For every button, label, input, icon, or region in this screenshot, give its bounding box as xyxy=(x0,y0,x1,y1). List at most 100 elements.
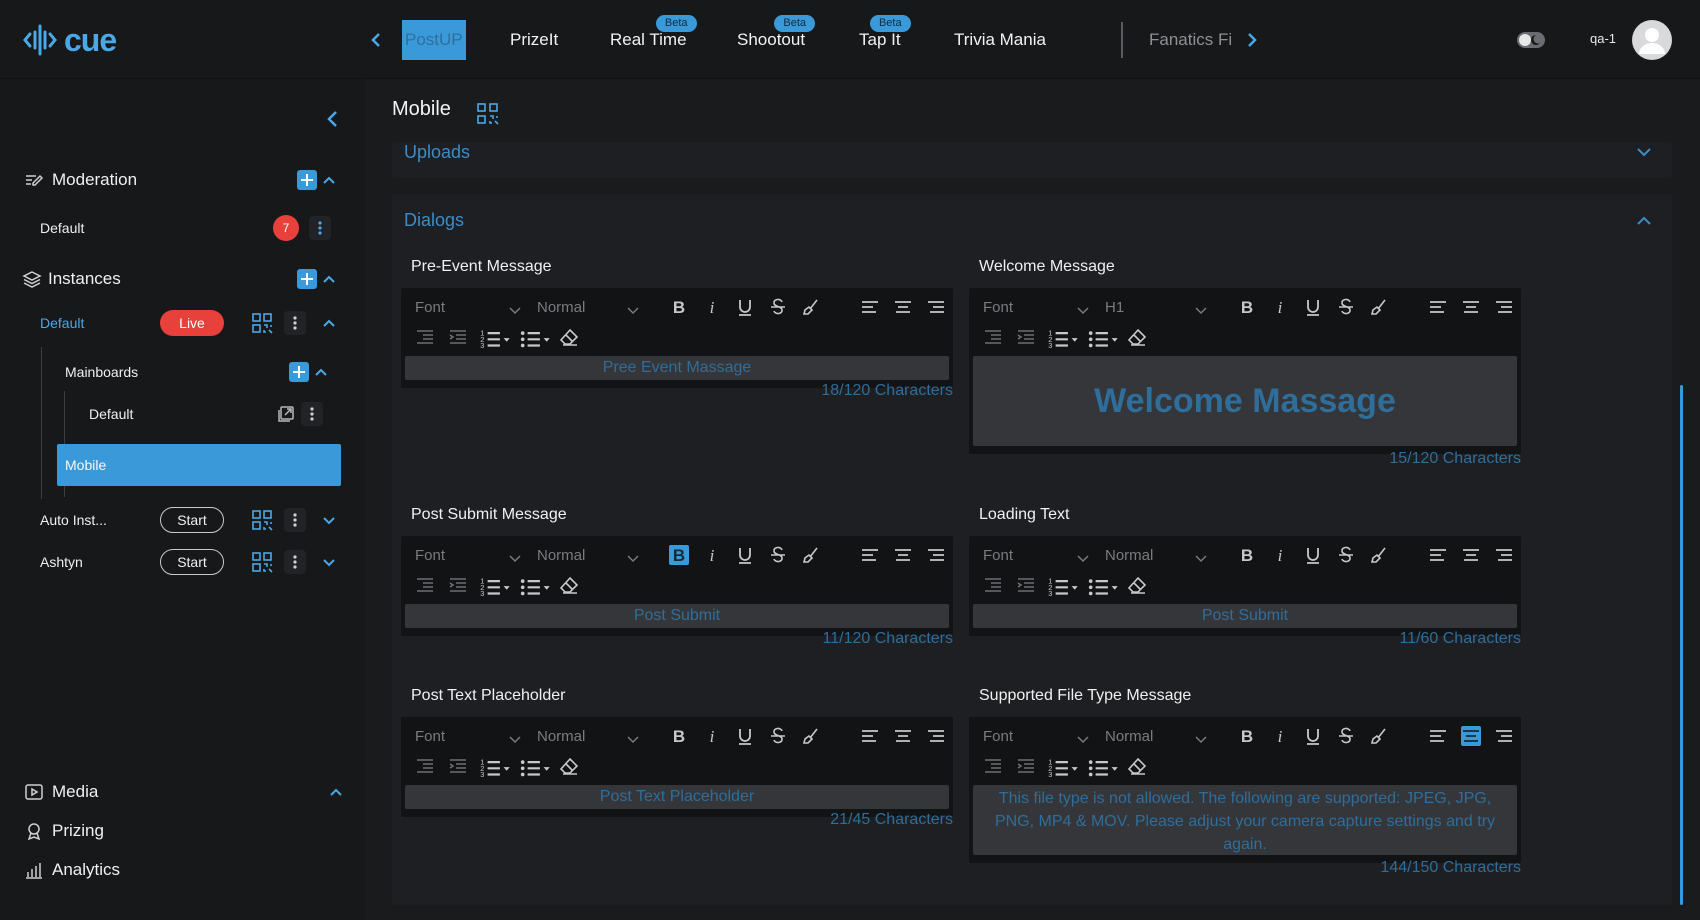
align-right-icon[interactable] xyxy=(926,726,946,746)
highlight-brush-icon[interactable] xyxy=(1369,297,1389,317)
align-center-icon[interactable] xyxy=(1461,545,1481,565)
clear-format-eraser-icon[interactable] xyxy=(1127,327,1147,347)
font-select[interactable]: Font xyxy=(415,547,445,564)
align-right-icon[interactable] xyxy=(1494,726,1514,746)
sidebar-item-moderation-default[interactable]: Default 7 xyxy=(0,213,365,243)
align-left-icon[interactable] xyxy=(860,726,880,746)
chevron-down-icon[interactable] xyxy=(1077,733,1089,745)
size-select[interactable]: Normal xyxy=(537,728,585,745)
tabs-prev-chevron-icon[interactable] xyxy=(366,28,386,52)
chevron-down-icon[interactable] xyxy=(322,555,336,569)
underline-icon[interactable] xyxy=(1303,726,1323,746)
message-input[interactable]: Welcome Massage xyxy=(973,356,1517,446)
chevron-down-icon[interactable] xyxy=(509,552,521,564)
tab-prizeit[interactable]: PrizeIt xyxy=(510,27,558,53)
chevron-up-icon[interactable] xyxy=(1636,213,1652,229)
chevron-up-icon[interactable] xyxy=(322,272,336,286)
outdent-icon[interactable] xyxy=(983,756,1003,776)
chevron-down-icon[interactable] xyxy=(1195,304,1207,316)
align-center-icon[interactable] xyxy=(893,297,913,317)
chevron-down-icon[interactable] xyxy=(1077,552,1089,564)
highlight-brush-icon[interactable] xyxy=(801,726,821,746)
italic-icon[interactable]: i xyxy=(1270,297,1290,317)
font-select[interactable]: Font xyxy=(983,299,1013,316)
sidebar-collapse-chevron-icon[interactable] xyxy=(324,107,342,131)
italic-icon[interactable]: i xyxy=(702,726,722,746)
font-select[interactable]: Font xyxy=(415,299,445,316)
chevron-down-icon[interactable] xyxy=(509,304,521,316)
avatar[interactable] xyxy=(1632,20,1672,60)
highlight-brush-icon[interactable] xyxy=(801,297,821,317)
sidebar-item-mainboards[interactable]: Mainboards xyxy=(0,357,365,387)
strikethrough-icon[interactable] xyxy=(768,726,788,746)
uploads-panel[interactable]: Uploads xyxy=(392,142,1672,178)
strikethrough-icon[interactable] xyxy=(1336,297,1356,317)
align-left-icon[interactable] xyxy=(860,545,880,565)
sidebar-item-mainboard-default[interactable]: Default xyxy=(0,399,365,429)
tab-tap-it[interactable]: Tap It Beta xyxy=(859,15,911,53)
sidebar-section-instances[interactable]: Instances xyxy=(0,264,365,294)
sidebar-section-prizing[interactable]: Prizing xyxy=(0,816,365,846)
align-right-icon[interactable] xyxy=(926,297,946,317)
italic-icon[interactable]: i xyxy=(702,297,722,317)
italic-icon[interactable]: i xyxy=(1270,545,1290,565)
sidebar-section-media[interactable]: Media xyxy=(0,777,365,807)
underline-icon[interactable] xyxy=(735,297,755,317)
bold-icon[interactable]: B xyxy=(669,726,689,746)
scrollbar[interactable] xyxy=(1680,385,1683,905)
add-mainboard-button[interactable] xyxy=(289,362,309,382)
strikethrough-icon[interactable] xyxy=(768,545,788,565)
size-select[interactable]: Normal xyxy=(1105,547,1153,564)
cue-logo[interactable]: cue xyxy=(22,22,117,58)
align-left-icon[interactable] xyxy=(860,297,880,317)
clear-format-eraser-icon[interactable] xyxy=(1127,756,1147,776)
message-input[interactable]: Post Submit xyxy=(405,604,949,628)
more-options-button[interactable] xyxy=(309,216,331,240)
clear-format-eraser-icon[interactable] xyxy=(559,756,579,776)
align-center-icon[interactable] xyxy=(1461,297,1481,317)
size-select[interactable]: H1 xyxy=(1105,299,1124,316)
align-center-icon[interactable] xyxy=(893,545,913,565)
bullet-list-icon[interactable] xyxy=(519,756,551,777)
chevron-up-icon[interactable] xyxy=(322,316,336,330)
bullet-list-icon[interactable] xyxy=(519,575,551,596)
strikethrough-icon[interactable] xyxy=(768,297,788,317)
indent-icon[interactable] xyxy=(448,756,468,776)
bullet-list-icon[interactable] xyxy=(1087,756,1119,777)
font-select[interactable]: Font xyxy=(983,547,1013,564)
tabs-next-chevron-icon[interactable] xyxy=(1242,28,1262,52)
highlight-brush-icon[interactable] xyxy=(1369,726,1389,746)
ordered-list-icon[interactable]: 123 xyxy=(479,575,511,598)
qr-code-icon[interactable] xyxy=(251,551,273,573)
clear-format-eraser-icon[interactable] xyxy=(1127,575,1147,595)
message-input[interactable]: Post Submit xyxy=(973,604,1517,628)
outdent-icon[interactable] xyxy=(415,575,435,595)
bold-icon[interactable]: B xyxy=(1237,726,1257,746)
highlight-brush-icon[interactable] xyxy=(801,545,821,565)
chevron-down-icon[interactable] xyxy=(1195,552,1207,564)
chevron-up-icon[interactable] xyxy=(329,785,343,799)
clear-format-eraser-icon[interactable] xyxy=(559,327,579,347)
open-external-icon[interactable] xyxy=(276,404,296,424)
message-input[interactable]: Post Text Placeholder xyxy=(405,785,949,809)
indent-icon[interactable] xyxy=(448,575,468,595)
sidebar-item-ashtyn[interactable]: Ashtyn Start xyxy=(0,547,365,577)
tab-postup[interactable]: PostUP xyxy=(402,20,466,60)
qr-code-icon[interactable] xyxy=(251,312,273,334)
bullet-list-icon[interactable] xyxy=(1087,327,1119,348)
chevron-down-icon[interactable] xyxy=(509,733,521,745)
message-input[interactable]: This file type is not allowed. The follo… xyxy=(973,785,1517,855)
align-left-icon[interactable] xyxy=(1428,545,1448,565)
chevron-down-icon[interactable] xyxy=(627,304,639,316)
size-select[interactable]: Normal xyxy=(537,547,585,564)
ordered-list-icon[interactable]: 123 xyxy=(1047,327,1079,350)
ordered-list-icon[interactable]: 123 xyxy=(1047,575,1079,598)
chevron-down-icon[interactable] xyxy=(1195,733,1207,745)
bold-icon[interactable]: B xyxy=(1237,545,1257,565)
indent-icon[interactable] xyxy=(1016,575,1036,595)
underline-icon[interactable] xyxy=(735,545,755,565)
ordered-list-icon[interactable]: 123 xyxy=(479,327,511,350)
tab-trivia-mania[interactable]: Trivia Mania xyxy=(954,27,1046,53)
ordered-list-icon[interactable]: 123 xyxy=(1047,756,1079,779)
sidebar-item-mobile[interactable]: Mobile xyxy=(57,444,341,486)
